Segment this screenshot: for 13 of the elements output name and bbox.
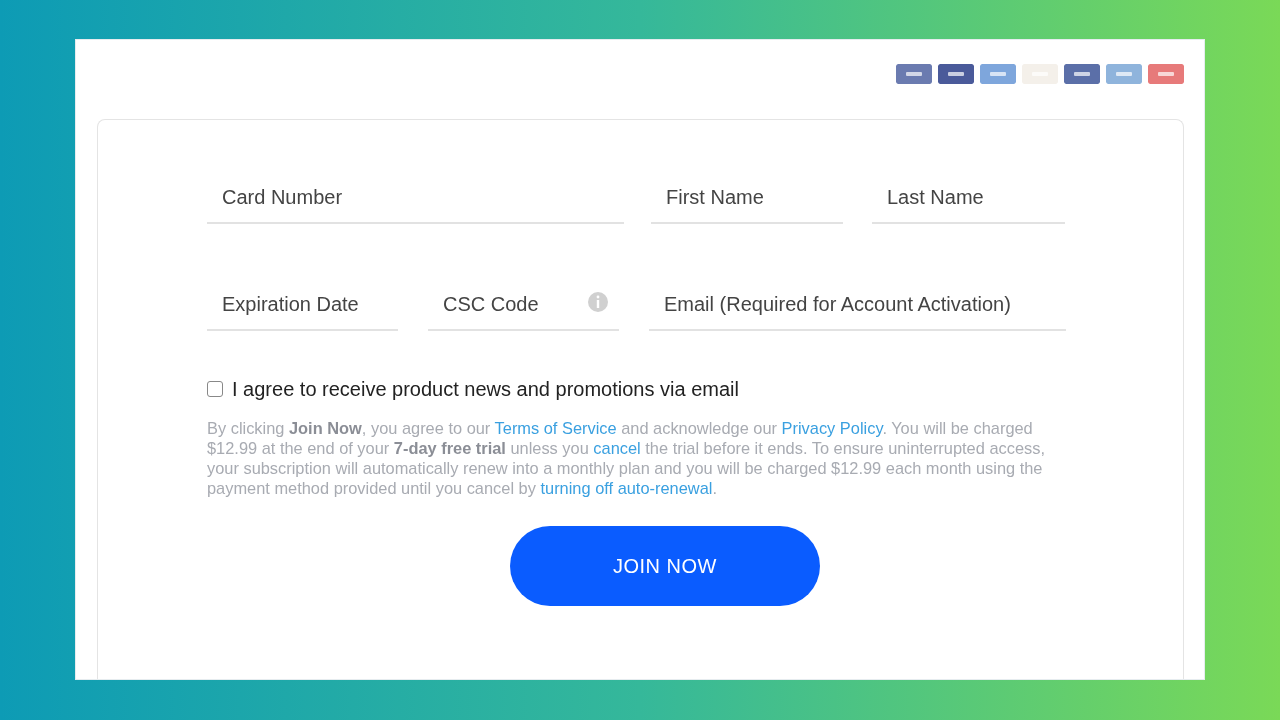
legal-text: By clicking Join Now, you agree to our Terms of Service and acknowledge our Privacy Policy. You will be charged $12.99 at the end of your 7-day free trial unless you cancel the trial before it ends. To ensure uninterrupted access, your subscription will automatically renew into a monthly plan and you will be charged $12.99 each month using the payment method provided until you cancel by turning off auto-renewal. — [207, 418, 1046, 498]
input-field[interactable]: First Name — [651, 172, 843, 224]
link[interactable]: turning off auto-renewal — [540, 479, 713, 497]
input-field[interactable]: Expiration Date — [207, 279, 398, 331]
input-field[interactable]: Card Number — [207, 172, 624, 224]
checkbox-label: I agree to receive product news and promotions via email — [232, 377, 739, 401]
input-field[interactable]: Last Name — [872, 172, 1065, 224]
link[interactable]: cancel — [593, 439, 641, 457]
link[interactable]: Privacy Policy — [781, 419, 883, 437]
link[interactable]: Terms of Service — [494, 419, 617, 437]
join-now-button[interactable]: JOIN NOW — [510, 526, 820, 606]
input-field[interactable]: Email (Required for Account Activation) — [649, 279, 1066, 331]
checkbox[interactable] — [207, 381, 223, 397]
